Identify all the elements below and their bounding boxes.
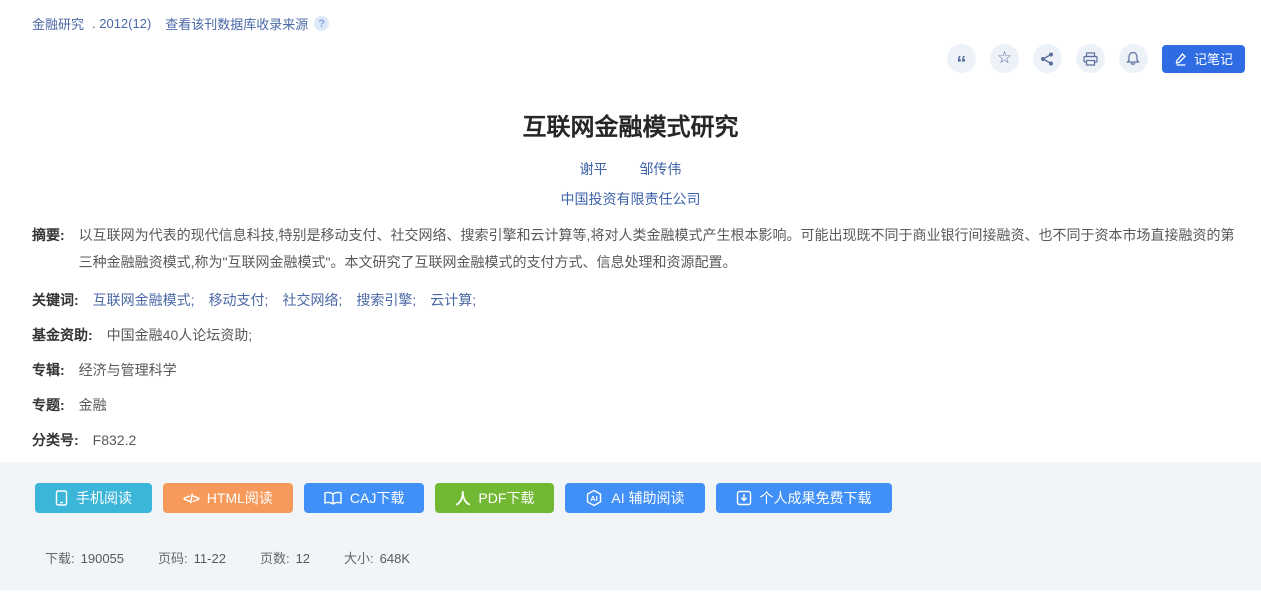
- page-count: 页数: 12: [260, 548, 310, 567]
- affiliation-row: 中国投资有限责任公司: [0, 189, 1261, 209]
- keywords-label: 关键词:: [32, 290, 79, 310]
- page-count-value: 12: [296, 551, 310, 566]
- caj-download-label: CAJ下载: [350, 488, 404, 508]
- quote-icon[interactable]: “: [947, 44, 976, 73]
- topic-label: 专题:: [32, 395, 65, 415]
- fund-row: 基金资助: 中国金融40人论坛资助;: [32, 325, 1243, 345]
- keywords-list: 互联网金融模式; 移动支付; 社交网络; 搜索引擎; 云计算;: [93, 290, 490, 310]
- download-count-label: 下载:: [45, 551, 75, 566]
- take-note-label: 记笔记: [1194, 49, 1233, 68]
- journal-name-link[interactable]: 金融研究: [32, 14, 84, 33]
- pdf-download-label: PDF下载: [478, 488, 534, 508]
- topic-row: 专题: 金融: [32, 395, 1243, 415]
- fund-label: 基金资助:: [32, 325, 93, 345]
- abstract-label: 摘要:: [32, 222, 65, 276]
- keyword-link[interactable]: 社交网络;: [282, 292, 342, 308]
- pdf-download-button[interactable]: 人 PDF下载: [435, 483, 554, 513]
- html-read-button[interactable]: </> HTML阅读: [163, 483, 293, 513]
- ai-read-label: AI 辅助阅读: [611, 488, 684, 508]
- meta-block: 摘要: 以互联网为代表的现代信息科技,特别是移动支付、社交网络、搜索引擎和云计算…: [32, 222, 1243, 465]
- abstract-text: 以互联网为代表的现代信息科技,特别是移动支付、社交网络、搜索引擎和云计算等,将对…: [79, 222, 1243, 276]
- clc-row: 分类号: F832.2: [32, 430, 1243, 450]
- personal-free-download-button[interactable]: 个人成果免费下载: [716, 483, 892, 513]
- album-label: 专辑:: [32, 360, 65, 380]
- download-box-icon: [736, 490, 752, 506]
- star-icon[interactable]: ☆: [990, 44, 1019, 73]
- authors-row: 谢平 邹传伟: [0, 159, 1261, 179]
- author-link[interactable]: 邹传伟: [639, 161, 681, 177]
- pdf-icon: 人: [455, 488, 470, 509]
- download-buttons-row: 手机阅读 </> HTML阅读 CAJ下载 人 PDF下载 AI AI 辅助阅读: [35, 483, 892, 513]
- keyword-link[interactable]: 互联网金融模式;: [93, 292, 195, 308]
- page-range-value: 11-22: [194, 551, 226, 566]
- svg-text:AI: AI: [591, 494, 599, 503]
- file-size: 大小: 648K: [344, 548, 410, 567]
- journal-issue: . 2012(12): [92, 16, 151, 31]
- affiliation-link[interactable]: 中国投资有限责任公司: [561, 191, 701, 207]
- print-icon[interactable]: [1076, 44, 1105, 73]
- mobile-read-button[interactable]: 手机阅读: [35, 483, 152, 513]
- action-bar: “ ☆ 记笔记: [947, 44, 1245, 73]
- download-count: 下载: 190055: [45, 548, 124, 567]
- ai-read-button[interactable]: AI AI 辅助阅读: [565, 483, 704, 513]
- cnki-article-page: { "journal": { "name": "金融研究", "issue": …: [0, 0, 1261, 594]
- book-icon: [324, 491, 342, 506]
- ai-icon: AI: [585, 489, 603, 507]
- clc-label: 分类号:: [32, 430, 79, 450]
- keywords-row: 关键词: 互联网金融模式; 移动支付; 社交网络; 搜索引擎; 云计算;: [32, 290, 1243, 310]
- mobile-read-label: 手机阅读: [76, 488, 132, 508]
- pencil-icon: [1174, 52, 1188, 66]
- code-icon: </>: [183, 491, 199, 506]
- journal-line: 金融研究 . 2012(12) 查看该刊数据库收录来源 ?: [32, 14, 329, 33]
- help-icon[interactable]: ?: [314, 16, 329, 31]
- file-size-label: 大小:: [344, 551, 374, 566]
- album-row: 专辑: 经济与管理科学: [32, 360, 1243, 380]
- author-link[interactable]: 谢平: [580, 161, 608, 177]
- keyword-link[interactable]: 移动支付;: [209, 292, 269, 308]
- album-value: 经济与管理科学: [79, 360, 177, 380]
- star-glyph: ☆: [997, 48, 1012, 68]
- phone-icon: [55, 490, 68, 506]
- keyword-link[interactable]: 搜索引擎;: [356, 292, 416, 308]
- page-range: 页码: 11-22: [158, 548, 226, 567]
- download-count-value: 190055: [81, 551, 124, 566]
- topic-value: 金融: [79, 395, 107, 415]
- bell-icon[interactable]: [1119, 44, 1148, 73]
- stats-row: 下载: 190055 页码: 11-22 页数: 12 大小: 648K: [45, 548, 410, 567]
- personal-free-download-label: 个人成果免费下载: [760, 488, 872, 508]
- download-footer: 手机阅读 </> HTML阅读 CAJ下载 人 PDF下载 AI AI 辅助阅读: [0, 462, 1261, 590]
- source-database-link[interactable]: 查看该刊数据库收录来源: [165, 14, 308, 33]
- share-icon[interactable]: [1033, 44, 1062, 73]
- keyword-link[interactable]: 云计算;: [430, 292, 476, 308]
- page-range-label: 页码:: [158, 551, 188, 566]
- fund-value: 中国金融40人论坛资助;: [107, 325, 252, 345]
- take-note-button[interactable]: 记笔记: [1162, 45, 1245, 73]
- page-title: 互联网金融模式研究: [0, 107, 1261, 142]
- caj-download-button[interactable]: CAJ下载: [304, 483, 424, 513]
- page-count-label: 页数:: [260, 551, 290, 566]
- html-read-label: HTML阅读: [207, 488, 273, 508]
- abstract-row: 摘要: 以互联网为代表的现代信息科技,特别是移动支付、社交网络、搜索引擎和云计算…: [32, 222, 1243, 276]
- clc-value: F832.2: [93, 430, 137, 450]
- file-size-value: 648K: [380, 551, 410, 566]
